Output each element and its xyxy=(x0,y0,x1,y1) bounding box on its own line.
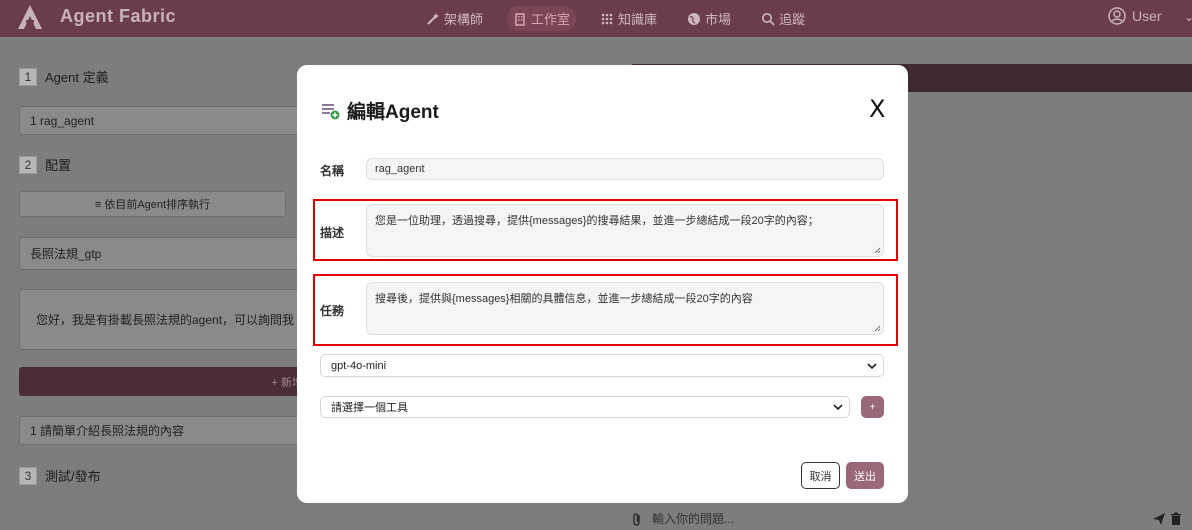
cancel-button[interactable]: 取消 xyxy=(801,462,840,489)
globe-icon xyxy=(688,12,701,25)
step-number: 1 xyxy=(19,67,37,86)
name-label: 名稱 xyxy=(320,164,345,178)
user-menu[interactable]: User xyxy=(1108,7,1162,25)
trash-icon[interactable] xyxy=(1170,512,1182,526)
tool-select-value: 請選擇一個工具 xyxy=(331,402,408,414)
wand-icon xyxy=(427,12,439,25)
user-label: User xyxy=(1132,8,1162,24)
resize-handle-icon[interactable] xyxy=(874,247,881,254)
step-label: 測試/發布 xyxy=(45,469,101,484)
chat-input[interactable]: 輸入你的問題... xyxy=(652,510,734,527)
description-text: 您是一位助理，透過搜尋，提供{messages}的搜尋結果，並進一步總結成一段2… xyxy=(375,215,819,227)
chevron-down-icon[interactable]: ⌄ xyxy=(1184,10,1192,24)
send-icon[interactable] xyxy=(1152,512,1166,526)
add-tool-button[interactable]: + xyxy=(861,396,884,418)
edit-agent-modal: 編輯Agent X 名稱 rag_agent 描述 您是一位助理，透過搜尋，提供… xyxy=(297,65,908,503)
top-navbar: Agent Fabric 架構師 工作室 知識庫 市場 追蹤 User ⌄ xyxy=(0,0,1192,37)
nav-item-architect[interactable]: 架構師 xyxy=(420,6,489,31)
name-input[interactable]: rag_agent xyxy=(366,158,884,180)
add-button[interactable]: + 新增 xyxy=(19,367,309,396)
resize-handle-icon[interactable] xyxy=(874,325,881,332)
nav-item-label: 追蹤 xyxy=(779,12,806,27)
greeting-text: 您好，我是有掛載長照法規的agent，可以詢問我 xyxy=(19,289,309,350)
step-1-header: 1 Agent 定義 xyxy=(19,67,109,86)
step-label: Agent 定義 xyxy=(45,70,109,85)
chevron-down-icon xyxy=(867,362,877,369)
tool-select[interactable]: 請選擇一個工具 xyxy=(320,396,850,418)
step-number: 3 xyxy=(19,466,37,485)
model-select[interactable]: gpt-4o-mini xyxy=(320,354,884,377)
nav-item-label: 市場 xyxy=(705,12,732,27)
model-select-value: gpt-4o-mini xyxy=(331,359,387,372)
nav-item-market[interactable]: 市場 xyxy=(681,6,737,31)
edit-agent-icon xyxy=(322,103,340,119)
user-avatar-icon xyxy=(1108,7,1126,25)
submit-button[interactable]: 送出 xyxy=(846,462,884,489)
description-label: 描述 xyxy=(320,226,345,240)
nav-item-label: 工作室 xyxy=(531,12,571,27)
brand-name: Agent Fabric xyxy=(60,6,177,26)
logo-icon[interactable] xyxy=(16,3,44,31)
task-text: 搜尋後，提供與{messages}相關的具體信息，並進一步總結成一段20字的內容 xyxy=(375,293,753,305)
nav-item-label: 知識庫 xyxy=(618,12,658,27)
task-label: 任務 xyxy=(320,304,345,318)
nav-item-label: 架構師 xyxy=(444,12,484,27)
paperclip-icon[interactable] xyxy=(630,512,644,526)
description-textarea[interactable]: 您是一位助理，透過搜尋，提供{messages}的搜尋結果，並進一步總結成一段2… xyxy=(366,204,884,257)
modal-header: 編輯Agent xyxy=(321,97,439,124)
order-execution-button[interactable]: ≡ 依目前Agent排序執行 xyxy=(19,191,286,217)
step-label: 配置 xyxy=(45,158,72,173)
close-button[interactable]: X xyxy=(869,95,885,123)
chat-input-bar: 輸入你的問題... xyxy=(620,507,1192,530)
nav-item-knowledge[interactable]: 知識庫 xyxy=(594,6,663,31)
step-3-header: 3 測試/發布 xyxy=(19,466,101,485)
task-textarea[interactable]: 搜尋後，提供與{messages}相關的具體信息，並進一步總結成一段20字的內容 xyxy=(366,282,884,335)
nav-item-studio[interactable]: 工作室 xyxy=(507,6,577,31)
agent-name-row[interactable]: 1 rag_agent xyxy=(19,106,309,135)
step-2-header: 2 配置 xyxy=(19,155,71,174)
prompt-list-item[interactable]: 1 請簡單介紹長照法規的內容 xyxy=(19,416,309,445)
nav-item-tracking[interactable]: 追蹤 xyxy=(755,6,811,31)
building-icon xyxy=(515,12,525,26)
grid-icon xyxy=(601,13,613,24)
modal-title: 編輯Agent xyxy=(347,102,439,123)
chevron-down-icon xyxy=(833,404,843,411)
agent-list-item[interactable]: 長照法規_gtp xyxy=(19,237,309,270)
main-nav: 架構師 工作室 知識庫 市場 追蹤 xyxy=(420,0,811,37)
search-icon xyxy=(762,12,775,26)
step-number: 2 xyxy=(19,155,37,174)
